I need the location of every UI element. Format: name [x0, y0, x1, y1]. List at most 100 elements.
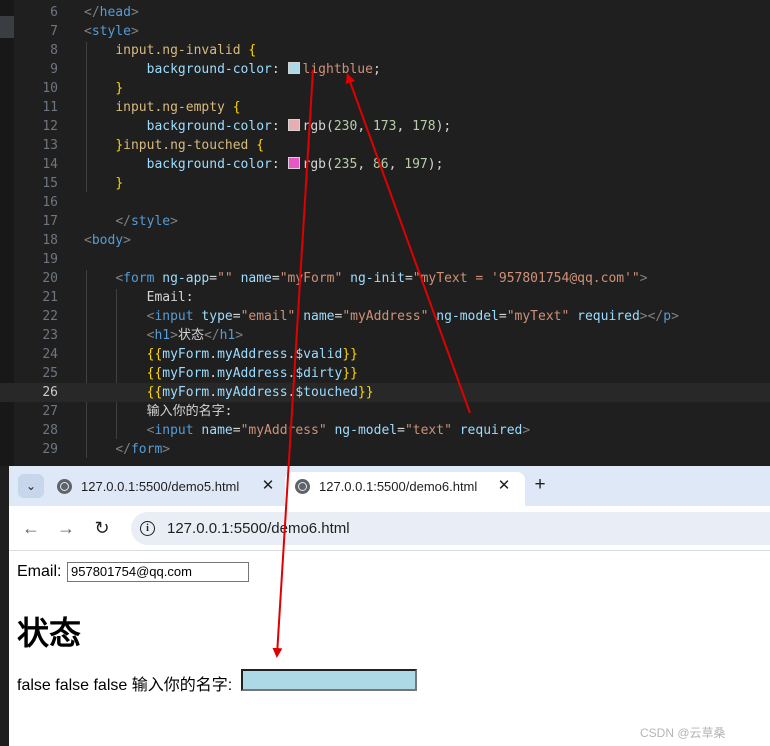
code-text[interactable]: </style> [84, 212, 178, 231]
code-line[interactable]: 26 {{myForm.myAddress.$touched}} [0, 383, 770, 402]
code-line[interactable]: 21 Email: [0, 288, 770, 307]
code-text[interactable]: <form ng-app="" name="myForm" ng-init="m… [84, 269, 647, 288]
code-text[interactable]: background-color: lightblue; [84, 60, 381, 79]
forward-icon[interactable]: → [54, 516, 78, 540]
code-text[interactable]: {{myForm.myAddress.$valid}} [84, 345, 358, 364]
line-number: 24 [42, 347, 58, 362]
code-line[interactable]: 20 <form ng-app="" name="myForm" ng-init… [0, 269, 770, 288]
code-text[interactable]: input.ng-empty { [84, 98, 240, 117]
code-line[interactable]: 29 </form> [0, 440, 770, 459]
line-number: 22 [42, 309, 58, 324]
code-line[interactable]: 24 {{myForm.myAddress.$valid}} [0, 345, 770, 364]
line-number: 28 [42, 423, 58, 438]
line-number: 10 [42, 81, 58, 96]
close-icon[interactable]: ✕ [259, 477, 277, 495]
browser-window: ⌄ 127.0.0.1:5500/demo5.html ✕ 127.0.0.1:… [9, 466, 770, 746]
code-text[interactable]: </form> [84, 440, 170, 459]
code-line[interactable]: 22 <input type="email" name="myAddress" … [0, 307, 770, 326]
code-line[interactable]: 23 <h1>状态</h1> [0, 326, 770, 345]
url-text[interactable]: 127.0.0.1:5500/demo6.html [167, 520, 350, 537]
code-text[interactable]: }input.ng-touched { [84, 136, 264, 155]
page-content: Email: 957801754@qq.com 状态 false false f… [9, 551, 770, 746]
code-line[interactable]: 13 }input.ng-touched { [0, 136, 770, 155]
code-line[interactable]: 28 <input name="myAddress" ng-model="tex… [0, 421, 770, 440]
status-text: false false false 输入你的名字: [17, 677, 233, 694]
email-label: Email: [17, 563, 62, 580]
watermark: CSDN @云草桑 [640, 726, 726, 740]
color-swatch-icon[interactable] [287, 62, 300, 74]
line-number: 20 [42, 271, 58, 286]
browser-toolbar: ← → ↻ i 127.0.0.1:5500/demo6.html [9, 506, 770, 551]
code-line[interactable]: 9 background-color: lightblue; [0, 60, 770, 79]
code-text[interactable]: <style> [84, 22, 139, 41]
code-text[interactable]: input.ng-invalid { [84, 41, 256, 60]
close-icon[interactable]: ✕ [495, 477, 513, 495]
code-text[interactable]: {{myForm.myAddress.$dirty}} [84, 364, 358, 383]
line-number: 18 [42, 233, 58, 248]
line-number: 9 [50, 62, 58, 77]
globe-icon [57, 479, 72, 494]
line-number: 11 [42, 100, 58, 115]
line-number: 16 [42, 195, 58, 210]
code-line[interactable]: 17 </style> [0, 212, 770, 231]
page-heading: 状态 [17, 614, 82, 652]
line-number: 19 [42, 252, 58, 267]
code-line[interactable]: 8 input.ng-invalid { [0, 41, 770, 60]
tab-title: 127.0.0.1:5500/demo6.html [319, 479, 478, 494]
tab-demo6[interactable]: 127.0.0.1:5500/demo6.html ✕ [285, 472, 525, 506]
tab-search-button[interactable]: ⌄ [18, 474, 44, 498]
code-line[interactable]: 14 background-color: rgb(235, 86, 197); [0, 155, 770, 174]
reload-icon[interactable]: ↻ [90, 516, 114, 540]
line-number: 12 [42, 119, 58, 134]
code-text[interactable]: <input name="myAddress" ng-model="text" … [84, 421, 531, 440]
line-number: 15 [42, 176, 58, 191]
color-swatch-icon[interactable] [287, 119, 300, 131]
tab-demo5[interactable]: 127.0.0.1:5500/demo5.html ✕ [57, 472, 287, 506]
code-editor: 6 </head> 7 <style> 8 input.ng-invalid {9 ba… [0, 0, 770, 466]
code-text[interactable]: Email: [84, 288, 194, 307]
code-text[interactable]: } [84, 79, 123, 98]
line-number: 6 [50, 5, 58, 20]
email-input[interactable]: 957801754@qq.com [67, 562, 249, 582]
globe-icon [295, 479, 310, 494]
line-number: 14 [42, 157, 58, 172]
code-line[interactable]: 15 } [0, 174, 770, 193]
name-input[interactable] [241, 669, 417, 691]
code-text[interactable]: } [84, 174, 123, 193]
chevron-down-icon: ⌄ [25, 479, 37, 493]
line-number: 13 [42, 138, 58, 153]
code-text[interactable]: <body> [84, 231, 131, 250]
code-text[interactable]: <input type="email" name="myAddress" ng-… [84, 307, 679, 326]
code-text[interactable]: 输入你的名字: [84, 402, 233, 421]
new-tab-button[interactable]: + [529, 474, 551, 496]
line-number: 25 [42, 366, 58, 381]
back-icon[interactable]: ← [19, 516, 43, 540]
code-text[interactable]: <h1>状态</h1> [84, 326, 243, 345]
code-line[interactable]: 7 <style> [0, 22, 770, 41]
code-text[interactable]: background-color: rgb(230, 173, 178); [84, 117, 451, 136]
site-info-icon[interactable]: i [140, 521, 155, 536]
code-line[interactable]: 11 input.ng-empty { [0, 98, 770, 117]
code-line[interactable]: 6 </head> [0, 3, 770, 22]
code-line[interactable]: 16 [0, 193, 770, 212]
code-text[interactable]: background-color: rgb(235, 86, 197); [84, 155, 443, 174]
code-text[interactable]: </head> [84, 3, 139, 22]
code-line[interactable]: 25 {{myForm.myAddress.$dirty}} [0, 364, 770, 383]
code-line[interactable]: 19 [0, 250, 770, 269]
tab-title: 127.0.0.1:5500/demo5.html [81, 479, 240, 494]
line-number: 26 [42, 385, 58, 400]
code-line[interactable]: 18 <body> [0, 231, 770, 250]
line-number: 23 [42, 328, 58, 343]
line-number: 21 [42, 290, 58, 305]
color-swatch-icon[interactable] [287, 157, 300, 169]
line-number: 27 [42, 404, 58, 419]
code-line[interactable]: 12 background-color: rgb(230, 173, 178); [0, 117, 770, 136]
line-number: 7 [50, 24, 58, 39]
line-number: 8 [50, 43, 58, 58]
code-line[interactable]: 27 输入你的名字: [0, 402, 770, 421]
code-line[interactable]: 10 } [0, 79, 770, 98]
line-number: 17 [42, 214, 58, 229]
address-bar[interactable]: i 127.0.0.1:5500/demo6.html [131, 512, 770, 545]
tab-strip: ⌄ 127.0.0.1:5500/demo5.html ✕ 127.0.0.1:… [9, 466, 770, 506]
code-text[interactable]: {{myForm.myAddress.$touched}} [84, 383, 374, 402]
